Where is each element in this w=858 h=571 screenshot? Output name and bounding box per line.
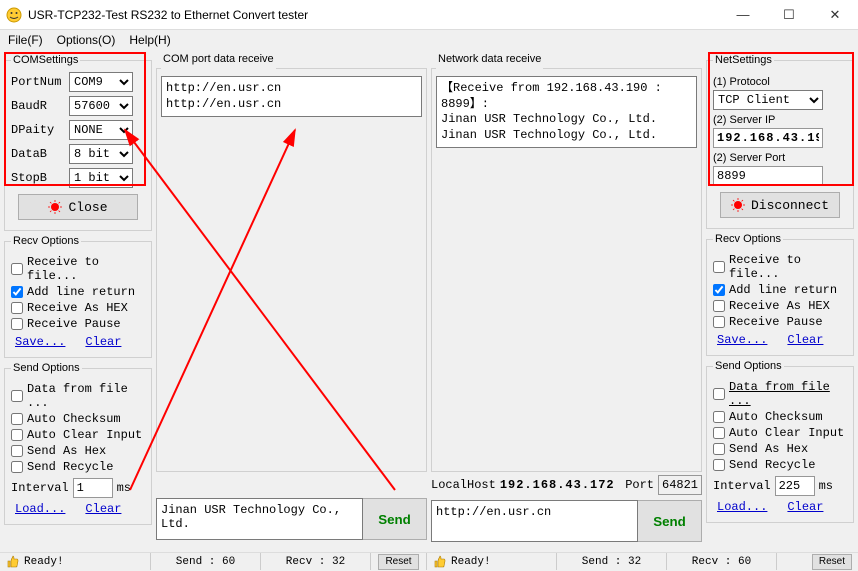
auto-clear-input-check-r[interactable] [713,427,725,439]
parity-select[interactable]: NONE [69,120,133,140]
com-send-input[interactable] [156,498,363,540]
server-port-label: (2) Server Port [713,152,847,164]
record-icon [48,200,62,214]
send-load-link[interactable]: Load... [15,502,65,516]
recv-pause-check[interactable] [11,318,23,330]
reset-button-right[interactable]: Reset [812,554,852,570]
send-as-hex-check[interactable] [11,445,23,457]
close-com-label: Close [68,200,107,215]
data-from-file-check-r[interactable] [713,388,725,400]
send-options-right: Send Options Data from file ... Auto Che… [706,360,854,523]
close-window-button[interactable]: ✕ [812,0,858,30]
stopb-select[interactable]: 1 bit [69,168,133,188]
interval-input-left[interactable] [73,478,113,498]
auto-checksum-check-r[interactable] [713,411,725,423]
baud-label: BaudR [11,99,65,113]
thumbs-up-icon [433,555,447,569]
disconnect-label: Disconnect [751,198,829,213]
menu-file[interactable]: File(F) [4,31,47,49]
status-recv-right: Recv : 60 [692,556,751,568]
recv-save-link[interactable]: Save... [15,335,65,349]
com-settings-group: COMSettings PortNum COM9 BaudR 57600 DPait… [4,54,152,231]
server-ip-label: (2) Server IP [713,114,847,126]
data-from-file-check[interactable] [11,390,23,402]
auto-checksum-check[interactable] [11,413,23,425]
record-icon [731,198,745,212]
status-send-right: Send : 32 [582,556,641,568]
localhost-port [658,475,702,495]
stopb-label: StopB [11,171,65,185]
window-title: USR-TCP232-Test RS232 to Ethernet Conver… [28,8,720,22]
titlebar: USR-TCP232-Test RS232 to Ethernet Conver… [0,0,858,30]
auto-clear-input-check[interactable] [11,429,23,441]
localhost-label: LocalHost [431,478,496,492]
datab-select[interactable]: 8 bit [69,144,133,164]
net-send-input[interactable] [431,500,638,542]
recv-pause-check-r[interactable] [713,316,725,328]
portnum-select[interactable]: COM9 [69,72,133,92]
status-ready-left: Ready! [24,556,64,568]
recv-clear-link-r[interactable]: Clear [787,333,823,347]
protocol-select[interactable]: TCP Client [713,90,823,110]
com-recv-group: COM port data receive http://en.usr.cn h… [156,62,427,472]
status-recv-left: Recv : 32 [286,556,345,568]
recv-save-link-r[interactable]: Save... [717,333,767,347]
send-recycle-check-r[interactable] [713,459,725,471]
localhost-ip: 192.168.43.172 [500,478,615,492]
status-ready-right: Ready! [451,556,491,568]
net-settings-group: NetSettings (1) ProtocolTCP Client (2) S… [706,54,854,229]
net-recv-area[interactable]: 【Receive from 192.168.43.190 : 8899】: Ji… [436,76,697,148]
recv-to-file-check-r[interactable] [713,261,725,273]
send-recycle-check[interactable] [11,461,23,473]
status-send-left: Send : 60 [176,556,235,568]
send-clear-link[interactable]: Clear [85,502,121,516]
minimize-button[interactable]: — [720,0,766,30]
portnum-label: PortNum [11,75,65,89]
reset-button-left[interactable]: Reset [378,554,418,570]
send-load-link-r[interactable]: Load... [717,500,767,514]
datab-label: DataB [11,147,65,161]
localhost-port-label: Port [625,478,654,492]
recv-options-left: Recv Options Receive to file... Add line… [4,235,152,358]
server-port-input[interactable] [713,166,823,186]
disconnect-button[interactable]: Disconnect [720,192,840,218]
statusbar: Ready! Send : 60 Recv : 32 Reset Ready! … [0,552,858,570]
menubar: File(F) Options(O) Help(H) [0,30,858,50]
baud-select[interactable]: 57600 [69,96,133,116]
menu-options[interactable]: Options(O) [53,31,120,49]
recv-as-hex-check-r[interactable] [713,300,725,312]
send-options-left: Send Options Data from file ... Auto Che… [4,362,152,525]
recv-as-hex-check[interactable] [11,302,23,314]
server-ip-input[interactable] [713,128,823,148]
protocol-label: (1) Protocol [713,76,847,88]
recv-options-right: Recv Options Receive to file... Add line… [706,233,854,356]
com-settings-legend: COMSettings [11,54,80,66]
com-recv-area[interactable]: http://en.usr.cn http://en.usr.cn [161,76,422,117]
maximize-button[interactable]: ☐ [766,0,812,30]
net-send-button[interactable]: Send [638,500,702,542]
send-clear-link-r[interactable]: Clear [787,500,823,514]
thumbs-up-icon [6,555,20,569]
close-com-button[interactable]: Close [18,194,138,220]
recv-clear-link[interactable]: Clear [85,335,121,349]
recv-to-file-check[interactable] [11,263,23,275]
send-as-hex-check-r[interactable] [713,443,725,455]
add-line-return-check-r[interactable] [713,284,725,296]
interval-input-right[interactable] [775,476,815,496]
com-send-button[interactable]: Send [363,498,427,540]
menu-help[interactable]: Help(H) [125,31,174,49]
parity-label: DPaity [11,123,65,137]
app-icon [6,7,22,23]
net-recv-group: Network data receive 【Receive from 192.1… [431,62,702,472]
add-line-return-check[interactable] [11,286,23,298]
